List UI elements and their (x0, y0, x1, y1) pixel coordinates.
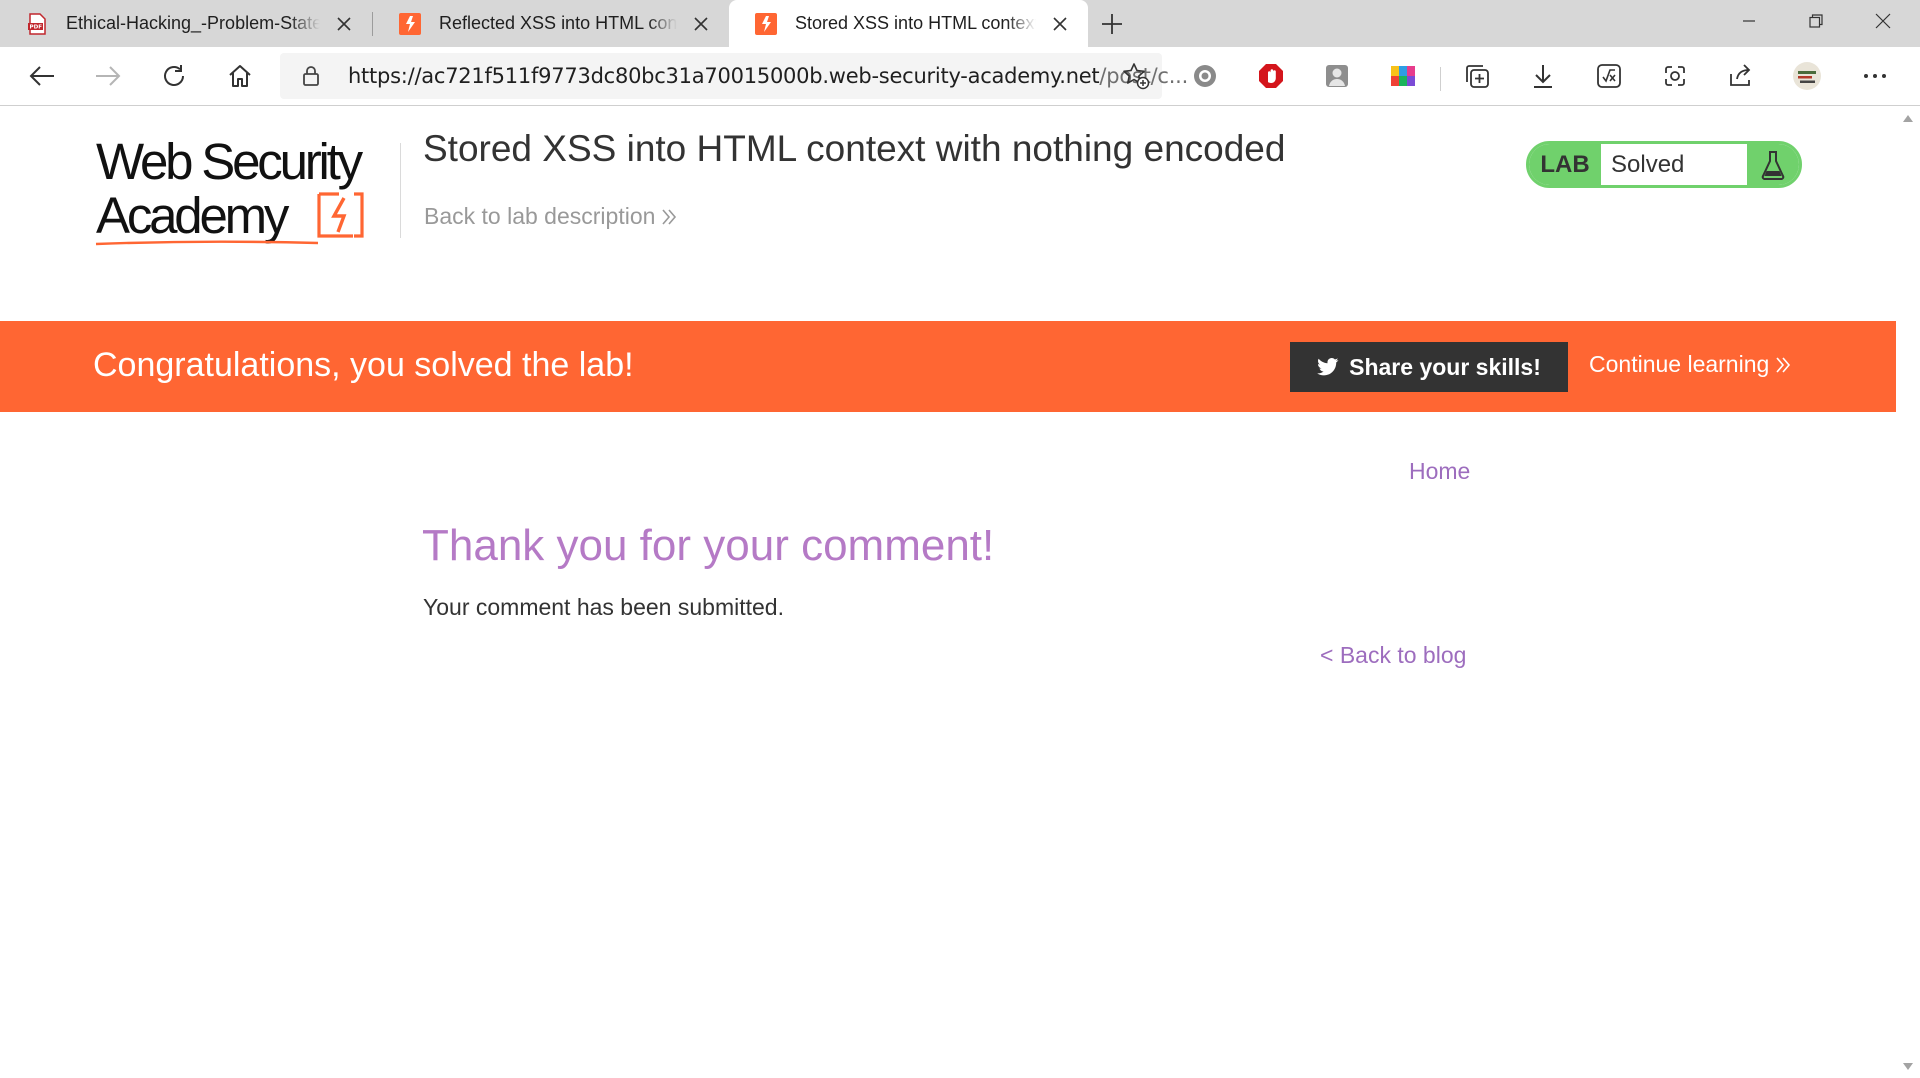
web-capture-icon (1665, 66, 1685, 86)
toolbar-divider (1440, 67, 1441, 91)
downloads-icon (1534, 65, 1552, 88)
url-host: https://ac721f511f9773dc80bc31a70015000b… (348, 64, 1100, 88)
tab-title: Ethical-Hacking_-Problem-Statem (66, 13, 320, 33)
scroll-up-arrow-icon[interactable] (1903, 115, 1913, 122)
share-label: Share your skills! (1349, 353, 1541, 380)
logo-text-line2: Academy (96, 187, 289, 244)
logo-swoosh (95, 240, 319, 246)
solved-banner: Congratulations, you solved the lab! Sha… (0, 321, 1896, 412)
collections-icon (1466, 65, 1489, 88)
web-security-academy-icon (755, 12, 777, 35)
downloads-button[interactable] (1523, 56, 1563, 96)
close-icon (1875, 13, 1891, 29)
browser-tab-2[interactable]: Reflected XSS into HTML context (373, 0, 729, 47)
close-tab-icon[interactable] (1046, 10, 1074, 38)
forward-button[interactable] (88, 56, 128, 96)
browser-toolbar: https://ac721f511f9773dc80bc31a70015000b… (0, 47, 1920, 106)
minimize-button[interactable] (1716, 0, 1782, 42)
home-button[interactable] (220, 56, 260, 96)
lab-status-badge: LAB Solved (1526, 141, 1802, 188)
lab-tag: LAB (1529, 144, 1601, 185)
refresh-icon (164, 65, 184, 86)
extension-button-2[interactable] (1251, 56, 1291, 96)
profile-icon (1793, 62, 1821, 90)
confirmation-heading: Thank you for your comment! (422, 521, 995, 570)
back-icon (29, 66, 54, 86)
home-icon (229, 65, 251, 87)
address-bar[interactable]: https://ac721f511f9773dc80bc31a70015000b… (280, 53, 1188, 99)
extension-button-4[interactable] (1383, 56, 1423, 96)
close-tab-icon[interactable] (330, 10, 358, 38)
scroll-down-arrow-icon[interactable] (1903, 1063, 1913, 1070)
share-icon (1730, 64, 1751, 86)
close-window-button[interactable] (1850, 0, 1916, 42)
url-text[interactable]: https://ac721f511f9773dc80bc31a70015000b… (348, 64, 1188, 88)
adblock-icon (1259, 64, 1283, 88)
browser-tab-1[interactable]: PDF Ethical-Hacking_-Problem-Statem (0, 0, 372, 47)
tab-title: Stored XSS into HTML context wi (795, 13, 1036, 33)
continue-learning-link[interactable]: Continue learning (1589, 351, 1791, 378)
refresh-button[interactable] (154, 56, 194, 96)
restore-button[interactable] (1783, 0, 1849, 42)
math-solver-button[interactable] (1589, 56, 1629, 96)
back-to-lab-description-link[interactable]: Back to lab description (424, 203, 677, 230)
close-tab-icon[interactable] (687, 10, 715, 38)
web-security-academy-icon (399, 12, 421, 35)
tab-title: Reflected XSS into HTML context (439, 13, 677, 33)
flask-icon (1747, 144, 1799, 185)
header-divider (400, 143, 401, 238)
browser-tab-strip: PDF Ethical-Hacking_-Problem-Statem Refl… (0, 0, 1920, 47)
share-button[interactable] (1721, 56, 1761, 96)
new-tab-button[interactable] (1094, 6, 1130, 42)
lab-state: Solved (1611, 150, 1685, 178)
svg-text:PDF: PDF (30, 24, 43, 30)
home-link[interactable]: Home (1409, 458, 1470, 485)
lightning-bolt-icon (317, 192, 364, 238)
plus-icon (1102, 14, 1122, 34)
confirmation-message: Your comment has been submitted. (423, 594, 784, 620)
web-capture-button[interactable] (1655, 56, 1695, 96)
minimize-icon (1743, 20, 1755, 22)
continue-learning-label: Continue learning (1589, 351, 1770, 377)
extension-button-1[interactable] (1185, 56, 1225, 96)
congratulations-message: Congratulations, you solved the lab! (93, 346, 634, 384)
more-button[interactable] (1855, 56, 1895, 96)
back-to-lab-label: Back to lab description (424, 203, 656, 229)
profile-button[interactable] (1787, 56, 1827, 96)
collections-button[interactable] (1457, 56, 1497, 96)
extension-icon (1194, 65, 1216, 87)
page-scrollbar[interactable] (1896, 107, 1920, 1078)
logo-text-line1: Web Security (96, 133, 363, 190)
web-security-academy-logo[interactable]: Web Security Academy (94, 136, 404, 248)
double-chevron-right-icon (1776, 356, 1791, 373)
restore-icon (1809, 14, 1823, 28)
color-picker-icon (1391, 66, 1415, 86)
favorite-add-icon[interactable] (1122, 62, 1150, 90)
share-your-skills-button[interactable]: Share your skills! (1290, 342, 1568, 392)
extension-button-3[interactable] (1317, 56, 1357, 96)
double-chevron-right-icon (662, 208, 677, 225)
twitter-icon (1317, 358, 1339, 376)
forward-icon (96, 66, 121, 86)
more-icon (1864, 74, 1886, 78)
user-extension-icon (1326, 65, 1348, 87)
browser-tab-3-active[interactable]: Stored XSS into HTML context wi (729, 0, 1088, 47)
pdf-icon: PDF (28, 12, 46, 35)
lab-title: Stored XSS into HTML context with nothin… (423, 128, 1286, 169)
math-solver-icon (1597, 64, 1621, 88)
back-button[interactable] (22, 56, 62, 96)
lock-icon[interactable] (302, 65, 320, 87)
back-to-blog-link[interactable]: < Back to blog (1320, 642, 1466, 669)
